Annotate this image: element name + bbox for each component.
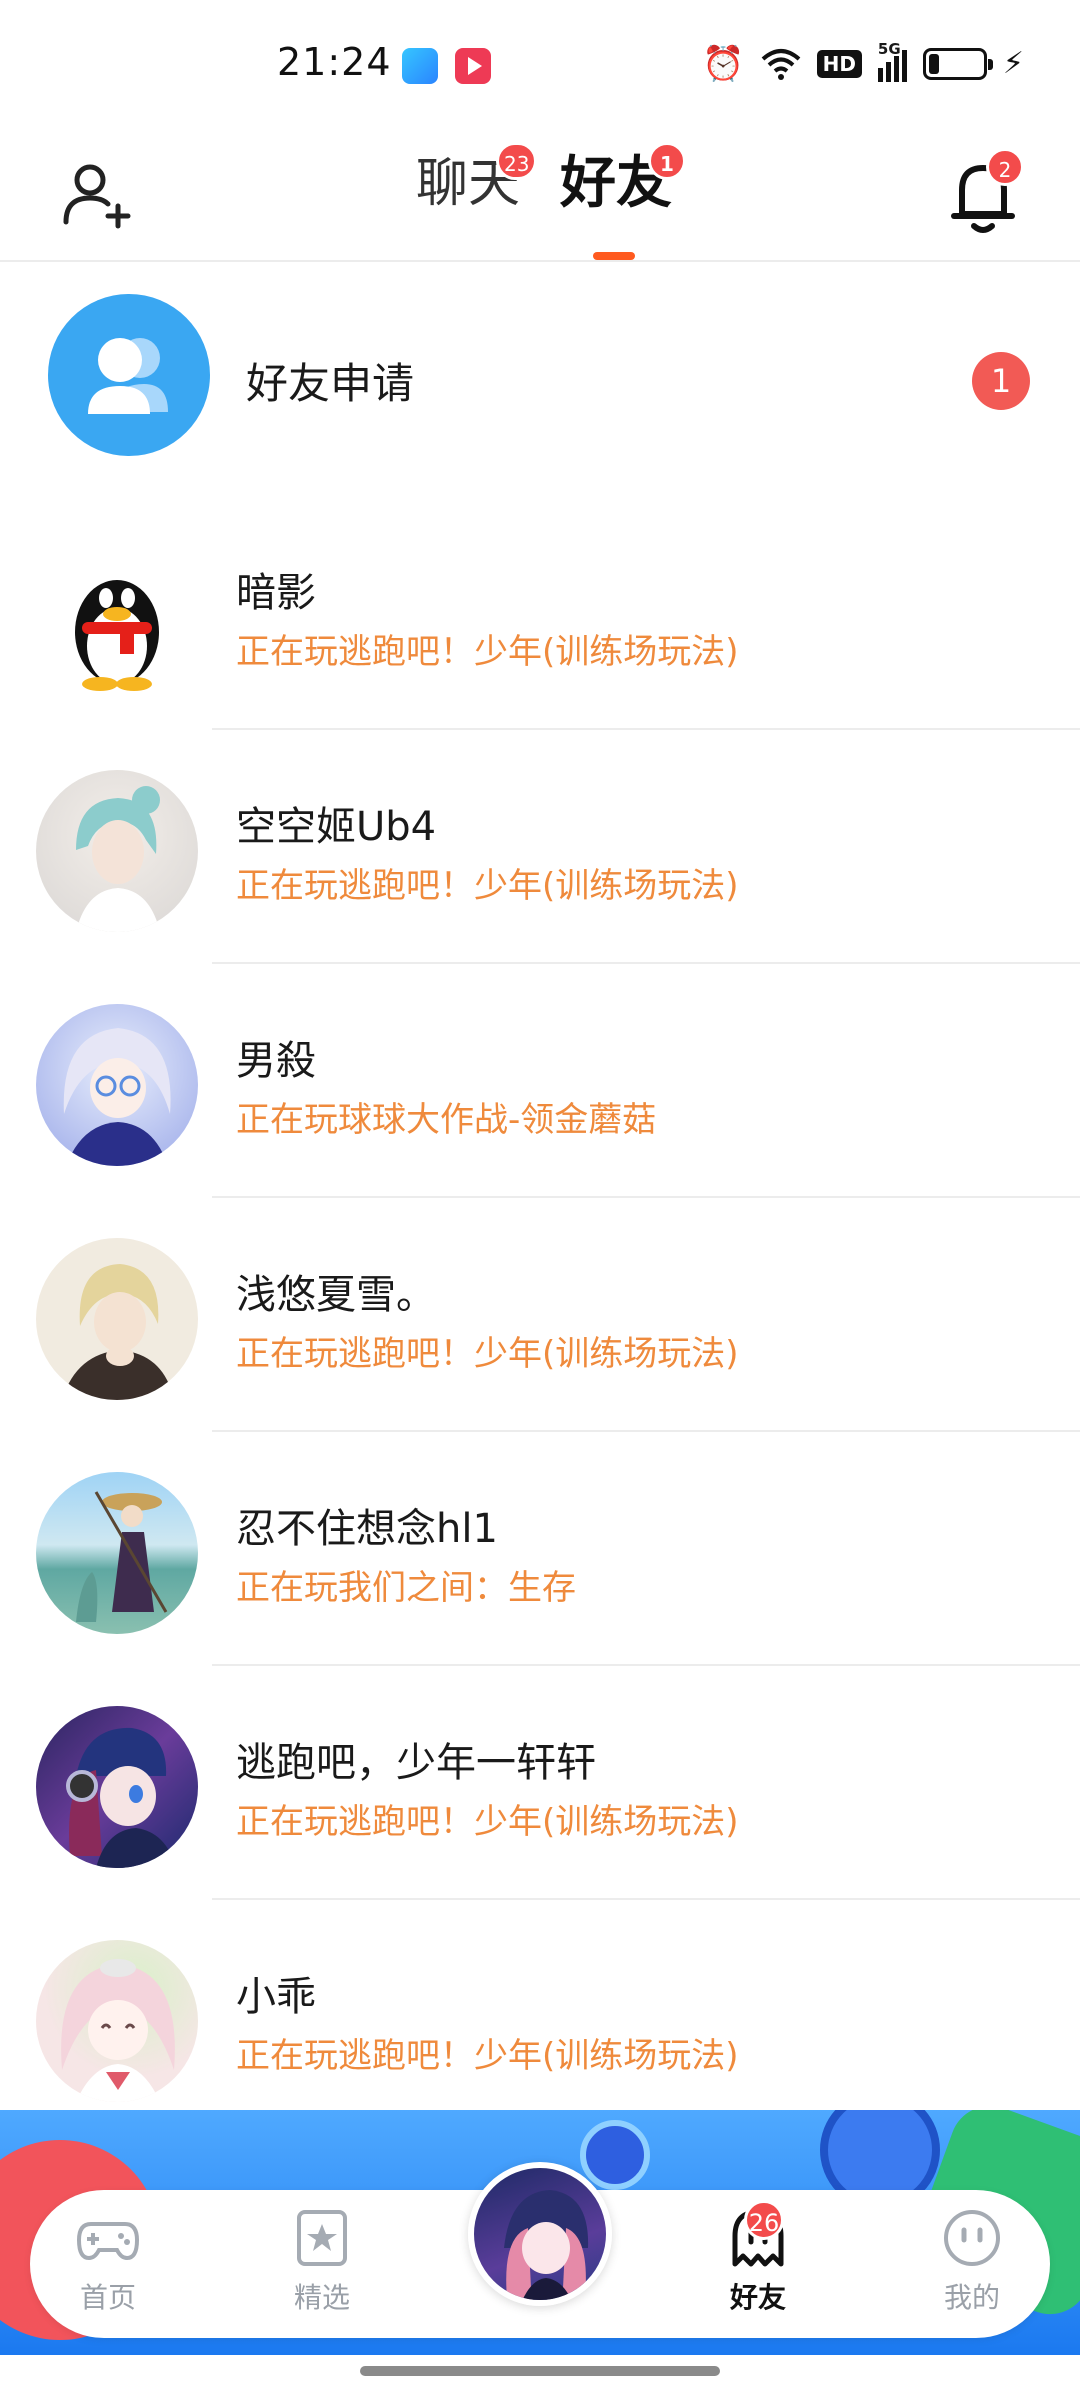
anime-girl-sea-avatar[interactable]: [36, 1472, 198, 1634]
friend-request-row[interactable]: 好友申请 1: [0, 264, 1080, 496]
anime-boy-blonde-avatar[interactable]: [36, 1238, 198, 1400]
friend-status: 正在玩逃跑吧！少年(训练场玩法): [236, 632, 739, 672]
friend-status: 正在玩逃跑吧！少年(训练场玩法): [236, 2036, 739, 2076]
tab-chat-badge: 23: [496, 142, 538, 180]
anime-girl-headphones-avatar[interactable]: [36, 1706, 198, 1868]
friend-name: 浅悠夏雪。: [236, 1272, 436, 1318]
friend-status: 正在玩逃跑吧！少年(训练场玩法): [236, 866, 739, 906]
battery-icon: [922, 48, 993, 80]
friend-row[interactable]: 忍不住想念hl1 正在玩我们之间：生存: [0, 1432, 1080, 1666]
friend-request-avatar: [48, 294, 210, 456]
friend-row[interactable]: 小乖 正在玩逃跑吧！少年(训练场玩法): [0, 1900, 1080, 2134]
friend-status: 正在玩球球大作战-领金蘑菇: [236, 1100, 657, 1140]
avatar-art: [63, 1028, 171, 1166]
signal-icon: 5G: [877, 40, 907, 82]
anime-boy-blue-hair-avatar[interactable]: [36, 770, 198, 932]
face-icon: [944, 2210, 1000, 2266]
avatar-art: [61, 1959, 175, 2102]
friend-status: 正在玩我们之间：生存: [236, 1568, 576, 1608]
friend-row[interactable]: 暗影 正在玩逃跑吧！少年(训练场玩法): [0, 496, 1080, 730]
nav-home[interactable]: 首页: [48, 2208, 168, 2316]
nav-home-label: 首页: [79, 2281, 136, 2314]
user-avatar[interactable]: [468, 2162, 612, 2306]
nav-friends-badge: 26: [744, 2200, 784, 2240]
friend-name: 男殺: [236, 1038, 316, 1084]
hd-icon: HD: [816, 50, 862, 78]
video-app-icon: [455, 48, 491, 84]
qq-penguin-avatar[interactable]: [36, 536, 198, 698]
tab-friends-badge: 1: [648, 142, 686, 180]
top-header: 聊天 23 好友 1 2: [0, 130, 1080, 262]
friend-row[interactable]: 浅悠夏雪。 正在玩逃跑吧！少年(训练场玩法): [0, 1198, 1080, 1432]
tab-friends[interactable]: 好友 1: [560, 142, 686, 216]
telegram-app-icon: [402, 48, 438, 84]
nav-featured-label: 精选: [293, 2281, 350, 2314]
friend-request-label: 好友申请: [246, 359, 415, 408]
avatar-art: [76, 1491, 168, 1622]
friend-list: 暗影 正在玩逃跑吧！少年(训练场玩法) 空空姬Ub4 正在玩逃跑吧！少年(训练场…: [0, 496, 1080, 2134]
friend-row[interactable]: 空空姬Ub4 正在玩逃跑吧！少年(训练场玩法): [0, 730, 1080, 964]
nav-friends-label: 好友: [729, 2281, 786, 2314]
friend-name: 小乖: [236, 1974, 316, 2020]
home-indicator[interactable]: [360, 2366, 720, 2376]
gamepad-icon: [76, 2222, 140, 2261]
network-type: 5G: [877, 40, 901, 58]
friend-request-badge: 1: [972, 352, 1030, 410]
notification-button[interactable]: 2: [948, 148, 1024, 236]
status-bar: 21:24 ⏰ HD 5G ⚡: [0, 0, 1080, 130]
alarm-icon: ⏰: [702, 44, 745, 84]
friend-status: 正在玩逃跑吧！少年(训练场玩法): [236, 1334, 739, 1374]
nav-friends[interactable]: 好友 26: [698, 2200, 818, 2324]
bell-badge: 2: [986, 148, 1024, 186]
friend-name: 忍不住想念hl1: [236, 1506, 498, 1552]
star-bookmark-icon: [297, 2210, 347, 2266]
ring-decoration: [580, 2120, 650, 2190]
charging-icon: ⚡: [1002, 46, 1024, 81]
friend-row[interactable]: 逃跑吧，少年一轩轩 正在玩逃跑吧！少年(训练场玩法): [0, 1666, 1080, 1900]
friend-status: 正在玩逃跑吧！少年(训练场玩法): [236, 1802, 739, 1842]
anime-girl-glasses-avatar[interactable]: [36, 1004, 198, 1166]
tab-chat[interactable]: 聊天 23: [416, 142, 538, 216]
avatar-art: [66, 1727, 176, 1868]
status-time: 21:24: [277, 40, 392, 84]
nav-me-label: 我的: [943, 2281, 1000, 2314]
anime-girl-pink-hair-avatar[interactable]: [36, 1940, 198, 2102]
friend-row[interactable]: 男殺 正在玩球球大作战-领金蘑菇: [0, 964, 1080, 1198]
friend-name: 逃跑吧，少年一轩轩: [236, 1740, 596, 1786]
avatar-art: [76, 786, 160, 932]
active-tab-indicator: [593, 252, 635, 260]
friend-name: 空空姬Ub4: [236, 804, 437, 850]
penguin-icon: [75, 580, 159, 691]
friend-name: 暗影: [236, 570, 316, 616]
people-icon: [88, 338, 168, 414]
add-friend-icon[interactable]: [62, 160, 132, 230]
nav-me[interactable]: 我的: [912, 2208, 1032, 2316]
avatar-art: [62, 1264, 174, 1400]
status-icons: ⏰ HD 5G ⚡: [702, 40, 1024, 84]
wifi-icon: [761, 49, 800, 80]
nav-featured[interactable]: 精选: [262, 2208, 382, 2316]
